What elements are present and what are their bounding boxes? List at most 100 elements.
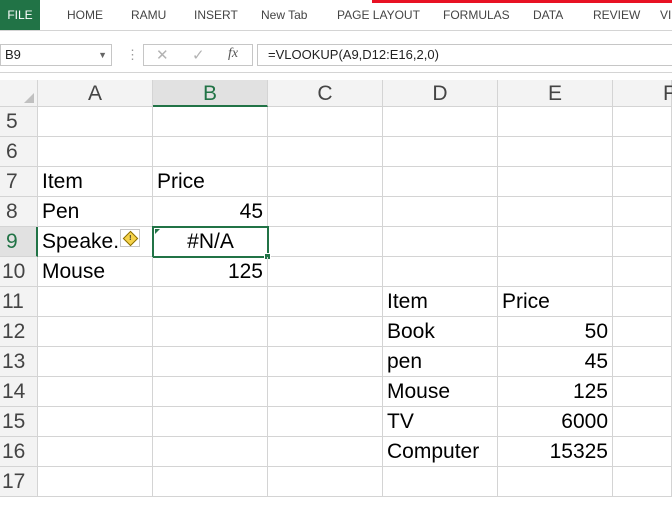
empty-cell[interactable]	[38, 107, 153, 137]
empty-cell[interactable]	[383, 107, 498, 137]
empty-cell[interactable]	[613, 437, 672, 467]
tab-home[interactable]: HOME	[67, 0, 103, 30]
select-all-button[interactable]	[0, 80, 38, 107]
empty-cell[interactable]	[153, 377, 268, 407]
empty-cell[interactable]	[153, 467, 268, 497]
empty-cell[interactable]	[38, 317, 153, 347]
empty-cell[interactable]	[383, 257, 498, 287]
chevron-down-icon[interactable]: ▼	[98, 45, 107, 65]
cell-e14[interactable]: 125	[498, 377, 613, 407]
column-header-d[interactable]: D	[383, 80, 498, 107]
cell-d16[interactable]: Computer	[383, 437, 498, 467]
column-header-f[interactable]: F	[613, 80, 672, 107]
row-header-6[interactable]: 6	[0, 137, 38, 167]
formula-input[interactable]: =VLOOKUP(A9,D12:E16,2,0)	[257, 44, 672, 66]
empty-cell[interactable]	[153, 407, 268, 437]
row-header-11[interactable]: 11	[0, 287, 38, 317]
cell-b9[interactable]: #N/A	[152, 226, 271, 260]
error-checking-button[interactable]: !	[120, 229, 140, 247]
empty-cell[interactable]	[38, 347, 153, 377]
empty-cell[interactable]	[153, 347, 268, 377]
empty-cell[interactable]	[268, 287, 383, 317]
enter-icon[interactable]: ✓	[192, 46, 205, 64]
empty-cell[interactable]	[613, 407, 672, 437]
empty-cell[interactable]	[268, 377, 383, 407]
row-header-13[interactable]: 13	[0, 347, 38, 377]
cell-e13[interactable]: 45	[498, 347, 613, 377]
tab-ramu[interactable]: RAMU	[131, 0, 166, 30]
empty-cell[interactable]	[268, 197, 383, 227]
empty-cell[interactable]	[498, 167, 613, 197]
row-header-9[interactable]: 9	[0, 227, 38, 257]
empty-cell[interactable]	[498, 137, 613, 167]
tab-review[interactable]: REVIEW	[593, 0, 640, 30]
empty-cell[interactable]	[268, 467, 383, 497]
empty-cell[interactable]	[268, 347, 383, 377]
empty-cell[interactable]	[153, 317, 268, 347]
empty-cell[interactable]	[613, 227, 672, 257]
empty-cell[interactable]	[268, 257, 383, 287]
row-header-15[interactable]: 15	[0, 407, 38, 437]
cell-d11[interactable]: Item	[383, 287, 498, 317]
tab-view[interactable]: VI	[660, 0, 671, 30]
empty-cell[interactable]	[268, 167, 383, 197]
empty-cell[interactable]	[38, 407, 153, 437]
tab-formulas[interactable]: FORMULAS	[443, 0, 510, 30]
cell-b7[interactable]: Price	[153, 167, 268, 197]
row-header-12[interactable]: 12	[0, 317, 38, 347]
column-header-b[interactable]: B	[153, 80, 268, 107]
column-header-c[interactable]: C	[268, 80, 383, 107]
empty-cell[interactable]	[613, 467, 672, 497]
row-header-16[interactable]: 16	[0, 437, 38, 467]
cell-a10[interactable]: Mouse	[38, 257, 153, 287]
empty-cell[interactable]	[498, 107, 613, 137]
column-header-a[interactable]: A	[38, 80, 153, 107]
cell-e16[interactable]: 15325	[498, 437, 613, 467]
tab-insert[interactable]: INSERT	[194, 0, 238, 30]
column-header-e[interactable]: E	[498, 80, 613, 107]
empty-cell[interactable]	[153, 137, 268, 167]
empty-cell[interactable]	[498, 197, 613, 227]
empty-cell[interactable]	[268, 107, 383, 137]
row-header-8[interactable]: 8	[0, 197, 38, 227]
empty-cell[interactable]	[613, 107, 672, 137]
cell-d14[interactable]: Mouse	[383, 377, 498, 407]
row-header-5[interactable]: 5	[0, 107, 38, 137]
empty-cell[interactable]	[268, 227, 383, 257]
tab-page-layout[interactable]: PAGE LAYOUT	[337, 0, 420, 30]
cell-d12[interactable]: Book	[383, 317, 498, 347]
row-header-10[interactable]: 10	[0, 257, 38, 287]
cell-b10[interactable]: 125	[153, 257, 268, 287]
empty-cell[interactable]	[498, 257, 613, 287]
empty-cell[interactable]	[38, 377, 153, 407]
empty-cell[interactable]	[383, 197, 498, 227]
empty-cell[interactable]	[268, 317, 383, 347]
empty-cell[interactable]	[613, 197, 672, 227]
cell-d15[interactable]: TV	[383, 407, 498, 437]
empty-cell[interactable]	[38, 137, 153, 167]
cancel-icon[interactable]: ✕	[156, 46, 169, 64]
empty-cell[interactable]	[153, 437, 268, 467]
empty-cell[interactable]	[383, 167, 498, 197]
cell-e11[interactable]: Price	[498, 287, 613, 317]
empty-cell[interactable]	[498, 467, 613, 497]
cell-a7[interactable]: Item	[38, 167, 153, 197]
empty-cell[interactable]	[153, 287, 268, 317]
cell-a8[interactable]: Pen	[38, 197, 153, 227]
empty-cell[interactable]	[268, 137, 383, 167]
empty-cell[interactable]	[613, 167, 672, 197]
empty-cell[interactable]	[153, 107, 268, 137]
empty-cell[interactable]	[613, 287, 672, 317]
row-header-7[interactable]: 7	[0, 167, 38, 197]
cell-b8[interactable]: 45	[153, 197, 268, 227]
tab-new-tab[interactable]: New Tab	[261, 0, 307, 30]
name-box[interactable]: B9 ▼	[0, 44, 112, 66]
empty-cell[interactable]	[38, 287, 153, 317]
empty-cell[interactable]	[613, 257, 672, 287]
empty-cell[interactable]	[268, 407, 383, 437]
cell-d13[interactable]: pen	[383, 347, 498, 377]
empty-cell[interactable]	[383, 227, 498, 257]
empty-cell[interactable]	[383, 137, 498, 167]
empty-cell[interactable]	[38, 437, 153, 467]
row-header-17[interactable]: 17	[0, 467, 38, 497]
